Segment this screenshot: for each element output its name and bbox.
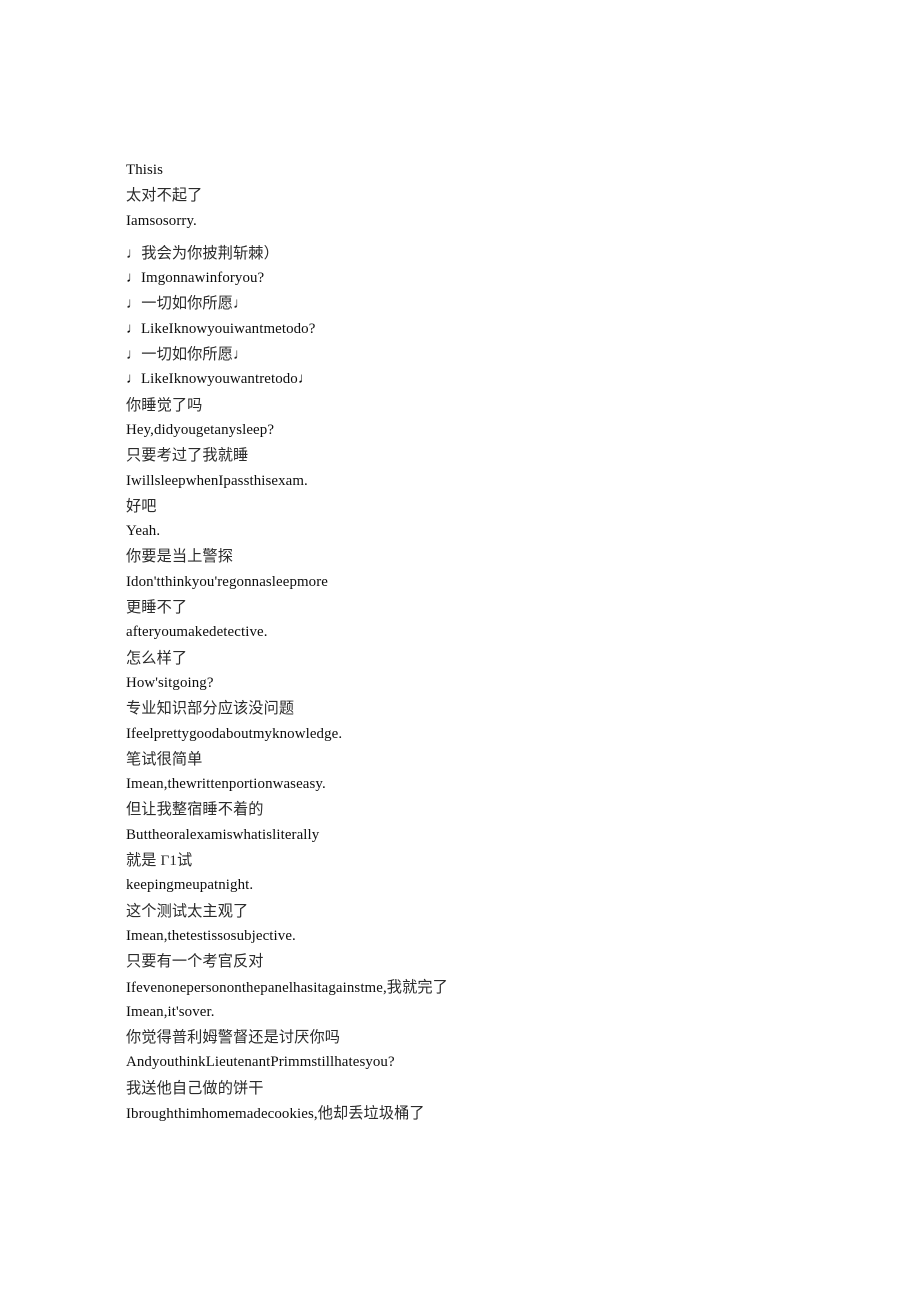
- transcript-line: 我送他自己做的饼干: [126, 1079, 264, 1097]
- transcript-line: Imean,it'sover.: [126, 1003, 215, 1020]
- transcript-line: 只要考过了我就睡: [126, 447, 249, 465]
- transcript-line: 好吧: [126, 497, 157, 515]
- transcript-line: 太对不起了: [126, 187, 203, 205]
- transcript-line: ♩一切如你所愿♩: [126, 295, 249, 313]
- transcript-line-latin-run: Ifevenonepersononthepanelhasitagainstme,: [126, 979, 387, 996]
- transcript-line: How'sitgoing?: [126, 674, 214, 691]
- transcript-line: ♩一切如你所愿♩: [126, 346, 249, 364]
- transcript-line-han-run: 他却丢垃圾桶了: [317, 1104, 425, 1122]
- transcript-line: Hey,didyougetanysleep?: [126, 421, 275, 438]
- transcript-line: afteryoumakedetective.: [126, 624, 268, 641]
- transcript-line: Buttheoralexamiswhatisliterally: [126, 826, 320, 843]
- transcript-line: AndyouthinkLieutenantPrimmstillhatesyou?: [126, 1054, 395, 1071]
- transcript-line: Imean,thewrittenportionwaseasy.: [126, 776, 326, 793]
- transcript-line: Imean,thetestissosubjective.: [126, 927, 296, 944]
- transcript-line-latin-run: Ibroughthimhomemadecookies,: [126, 1105, 318, 1122]
- transcript-line: 笔试很简单: [126, 750, 203, 768]
- transcript-line: 更睡不了: [126, 599, 188, 617]
- transcript-line: 只要有一个考官反对: [126, 953, 264, 971]
- transcript-line: Ibroughthimhomemadecookies,他却丢垃圾桶了: [126, 1101, 866, 1126]
- transcript-line: Idon'tthinkyou'regonnasleepmore: [126, 573, 328, 590]
- transcript-line: 你觉得普利姆警督还是讨厌你吗: [126, 1029, 341, 1047]
- subtitle-transcript-body: Thisis 太对不起了 Iamsosorry. ♩我会为你披荆斩棘） ♩Imgonna…: [126, 158, 866, 1126]
- transcript-line: 你要是当上警探: [126, 548, 234, 566]
- transcript-line: keepingmeupatnight.: [126, 877, 254, 894]
- transcript-line: 你睡觉了吗: [126, 396, 203, 414]
- transcript-line: 怎么样了: [126, 649, 188, 667]
- transcript-line: ♩Imgonnawinforyou?: [126, 270, 265, 287]
- transcript-line: Thisis: [126, 162, 164, 178]
- transcript-line: 就是 Γ1试: [126, 852, 193, 870]
- transcript-line: Yeah.: [126, 523, 161, 540]
- transcript-line: 这个测试太主观了: [126, 902, 249, 920]
- document-page: Thisis 太对不起了 Iamsosorry. ♩我会为你披荆斩棘） ♩Imgonna…: [0, 0, 920, 1301]
- transcript-line: IwillsleepwhenIpassthisexam.: [126, 472, 308, 489]
- transcript-line: ♩LikeIknowyouiwantmetodo?: [126, 320, 316, 337]
- transcript-line-han-run: 我就完了: [386, 978, 448, 996]
- transcript-line: 但让我整宿睡不着的: [126, 801, 264, 819]
- transcript-line: Ifeelprettygoodaboutmyknowledge.: [126, 725, 343, 742]
- transcript-line: Iamsosorry.: [126, 212, 197, 229]
- transcript-line: 专业知识部分应该没问题: [126, 700, 295, 718]
- transcript-line: ♩我会为你披荆斩棘）: [126, 244, 279, 262]
- transcript-line: Ifevenonepersononthepanelhasitagainstme,…: [126, 975, 866, 1000]
- transcript-line: ♩LikeIknowyouwantretodo♩: [126, 371, 313, 388]
